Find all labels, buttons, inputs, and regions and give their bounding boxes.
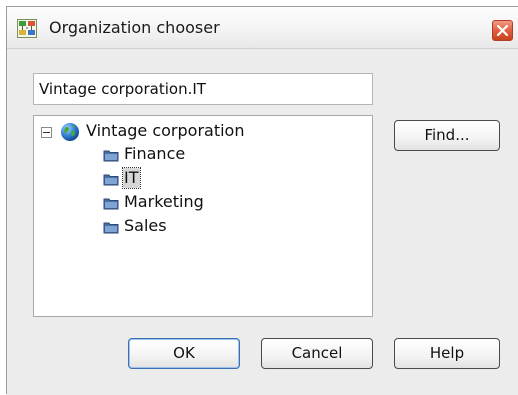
folder-icon [103,219,119,234]
close-icon [497,25,508,36]
cancel-button[interactable]: Cancel [261,338,373,369]
ok-button[interactable]: OK [128,338,240,369]
tree-item-marketing[interactable]: Marketing [124,192,204,212]
selected-organization-field[interactable]: Vintage corporation.IT [33,73,373,105]
find-button[interactable]: Find... [394,120,500,151]
tree-item-finance[interactable]: Finance [124,144,185,164]
folder-icon [103,195,119,210]
folder-icon [103,147,119,162]
tree-item-sales[interactable]: Sales [124,216,167,236]
organization-tree[interactable]: Vintage corporation Finance IT Marketing… [33,115,373,317]
tree-root-label[interactable]: Vintage corporation [86,121,244,141]
organization-chooser-dialog: Organization chooser Vintage corporation… [6,6,518,395]
close-button[interactable] [492,20,513,41]
globe-icon [60,122,80,142]
title-bar[interactable]: Organization chooser [7,7,518,49]
window-title: Organization chooser [49,18,220,37]
help-button[interactable]: Help [394,338,500,369]
folder-icon [103,171,119,186]
organization-chart-icon [17,19,37,38]
tree-item-it[interactable]: IT [122,167,141,189]
collapse-toggle-icon[interactable] [41,127,52,138]
dialog-body: Vintage corporation.IT Vintage corporati… [7,49,518,395]
